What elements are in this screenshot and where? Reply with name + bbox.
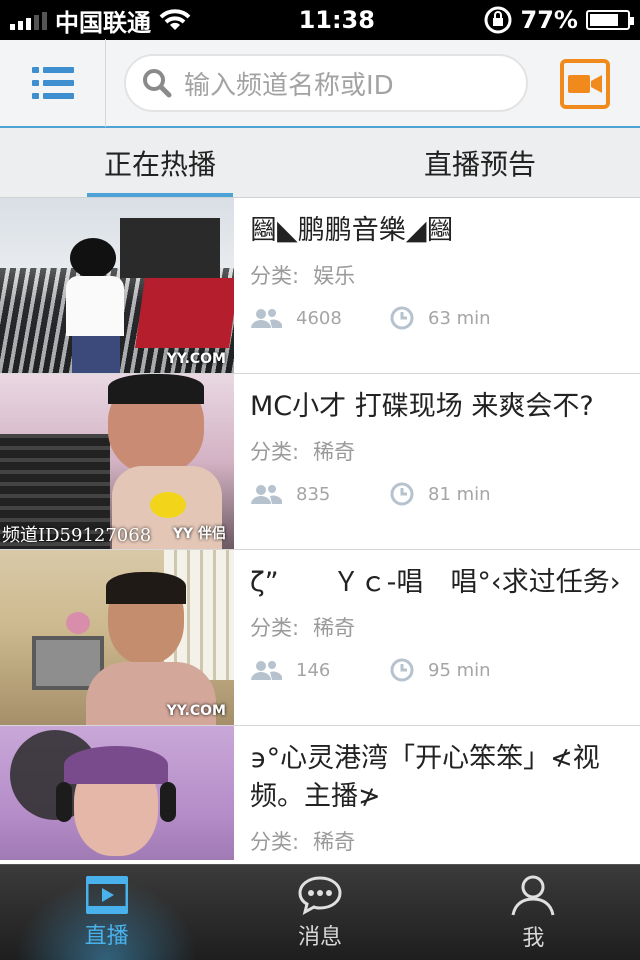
chat-bubble-icon xyxy=(298,875,342,915)
search-placeholder: 输入频道名称或ID xyxy=(184,70,394,101)
category-label: 分类: xyxy=(250,440,300,464)
channel-title: ϶°心灵港湾「开心笨笨」≮视频。主播≯ xyxy=(250,743,600,812)
users-icon xyxy=(251,309,282,328)
tab-me[interactable]: 我 xyxy=(427,865,640,960)
rotation-lock-icon xyxy=(484,6,512,34)
battery-percent: 77% xyxy=(520,6,578,34)
top-navbar: 输入频道名称或ID xyxy=(0,39,640,128)
tab-label: 消息 xyxy=(297,924,342,950)
watermark: YY.COM xyxy=(166,703,226,719)
tab-label: 我 xyxy=(522,925,545,951)
tab-label: 直播 xyxy=(84,923,129,949)
bottom-tab-bar: 直播 消息 我 xyxy=(0,864,640,960)
tab-upcoming[interactable]: 直播预告 xyxy=(320,128,640,197)
channel-title: 圝◣鹏鹏音樂◢圝 xyxy=(250,215,454,246)
channel-thumbnail xyxy=(0,726,234,860)
channel-thumbnail: 频道ID59127068 YY 伴侣 xyxy=(0,374,234,549)
channel-title: MC小才 打碟现场 来爽会不? xyxy=(250,391,594,422)
clock-icon xyxy=(390,306,414,330)
menu-button[interactable] xyxy=(0,39,106,127)
film-icon xyxy=(85,875,128,914)
carrier-label: 中国联通 xyxy=(55,8,151,37)
channel-title: ζ” Ｙｃ-唱 唱°‹求过任务› xyxy=(250,567,621,598)
status-time: 11:38 xyxy=(298,6,375,34)
channel-thumbnail: YY.COM xyxy=(0,198,234,373)
stream-duration: 95 min xyxy=(428,659,491,681)
list-item[interactable]: YY.COM 圝◣鹏鹏音樂◢圝 分类: 娱乐 4608 63 min xyxy=(0,198,640,374)
category-value: 稀奇 xyxy=(313,440,356,464)
category-label: 分类: xyxy=(250,264,300,288)
signal-icon xyxy=(10,10,47,30)
channel-tabs: 正在热播 直播预告 xyxy=(0,128,640,198)
channel-category: 分类: 稀奇 xyxy=(250,826,626,856)
tab-now-playing[interactable]: 正在热播 xyxy=(0,128,320,197)
list-item[interactable]: YY.COM ζ” Ｙｃ-唱 唱°‹求过任务› 分类: 稀奇 146 95 min xyxy=(0,550,640,726)
battery-icon xyxy=(585,10,634,30)
viewer-count: 835 xyxy=(296,483,331,505)
channel-id-overlay: 频道ID59127068 xyxy=(2,525,152,546)
channel-category: 分类: 娱乐 xyxy=(250,260,626,290)
viewer-count: 146 xyxy=(296,659,331,681)
watermark: YY 伴侣 xyxy=(172,526,226,542)
stream-duration: 63 min xyxy=(428,307,491,329)
tab-label: 正在热播 xyxy=(103,147,216,181)
list-item[interactable]: ϶°心灵港湾「开心笨笨」≮视频。主播≯ 分类: 稀奇 xyxy=(0,726,640,860)
tab-messages[interactable]: 消息 xyxy=(213,865,426,960)
list-item[interactable]: 频道ID59127068 YY 伴侣 MC小才 打碟现场 来爽会不? 分类: 稀奇… xyxy=(0,374,640,550)
users-icon xyxy=(251,661,282,680)
search-input[interactable]: 输入频道名称或ID xyxy=(124,54,528,112)
viewer-count: 4608 xyxy=(296,307,342,329)
start-broadcast-button[interactable] xyxy=(560,59,610,109)
status-bar: 中国联通 11:38 77% xyxy=(0,0,640,40)
video-camera-icon xyxy=(568,75,602,93)
person-icon xyxy=(511,875,555,915)
tab-label: 直播预告 xyxy=(423,147,536,181)
stream-duration: 81 min xyxy=(428,483,491,505)
clock-icon xyxy=(390,482,414,506)
category-label: 分类: xyxy=(250,830,300,854)
channel-category: 分类: 稀奇 xyxy=(250,612,626,642)
tab-live[interactable]: 直播 xyxy=(0,865,214,960)
category-value: 稀奇 xyxy=(313,830,356,854)
list-icon xyxy=(31,67,74,99)
watermark: YY.COM xyxy=(166,351,226,367)
live-channel-list: YY.COM 圝◣鹏鹏音樂◢圝 分类: 娱乐 4608 63 min 频道ID59… xyxy=(0,198,640,860)
channel-thumbnail: YY.COM xyxy=(0,550,234,725)
users-icon xyxy=(251,485,282,504)
category-label: 分类: xyxy=(250,616,300,640)
category-value: 稀奇 xyxy=(313,616,356,640)
search-icon xyxy=(143,69,172,98)
channel-category: 分类: 稀奇 xyxy=(250,436,626,466)
clock-icon xyxy=(390,658,414,682)
wifi-icon xyxy=(159,9,191,30)
category-value: 娱乐 xyxy=(313,264,356,288)
